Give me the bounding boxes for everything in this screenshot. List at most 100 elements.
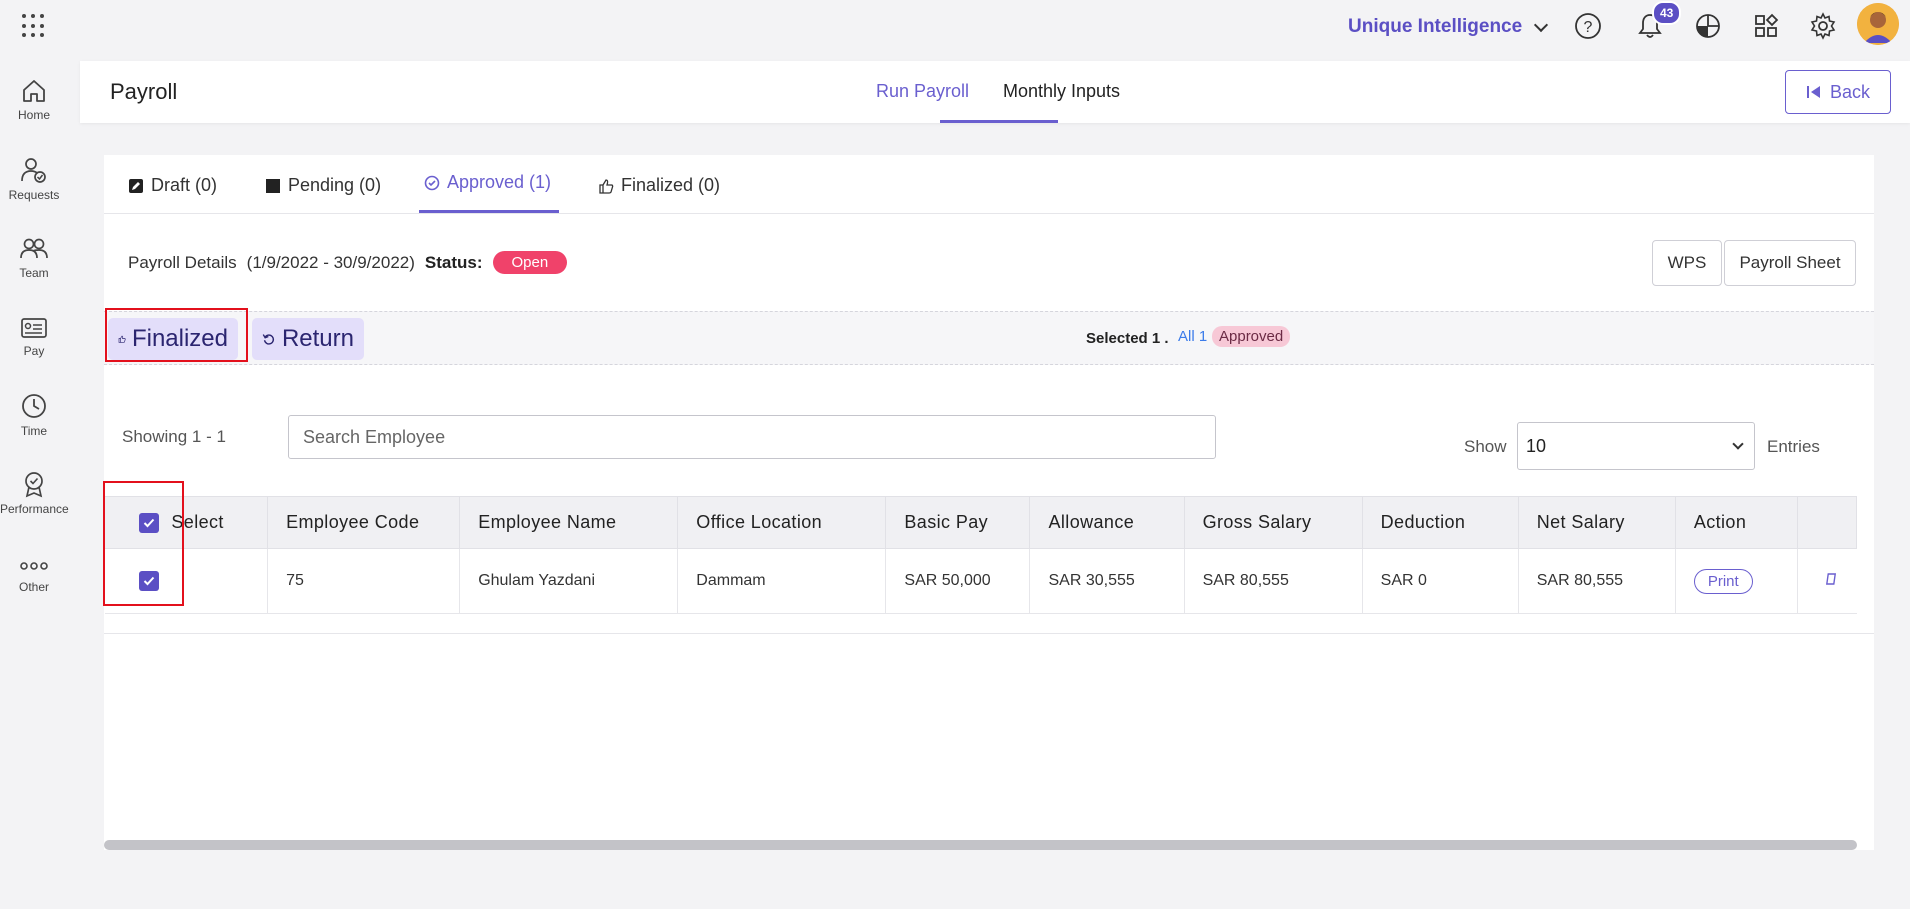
tab-label: Finalized (0) (621, 175, 721, 195)
avatar[interactable] (1857, 3, 1899, 45)
apps-icon[interactable] (1752, 12, 1780, 40)
back-arrow-icon (1806, 86, 1820, 98)
tab-pending[interactable]: Pending (0) (265, 175, 381, 196)
home-icon (23, 80, 45, 102)
sidebar-item-label: Performance (0, 502, 69, 516)
pie-chart-icon[interactable] (1694, 12, 1722, 40)
tab-label: Pending (0) (288, 175, 382, 195)
app-grid-icon[interactable] (22, 14, 46, 38)
payroll-period: (1/9/2022 - 30/9/2022) (246, 252, 415, 272)
company-name: Unique Intelligence (1348, 16, 1523, 37)
divider (104, 213, 1874, 214)
sidebar-item-time[interactable]: Time (0, 392, 68, 438)
notification-badge: 43 (1652, 1, 1682, 25)
payroll-details: Payroll Details (1/9/2022 - 30/9/2022) S… (128, 251, 568, 274)
payroll-sheet-button[interactable]: Payroll Sheet (1724, 240, 1856, 286)
selected-count: Selected 1 . (1086, 330, 1169, 347)
pay-icon (21, 318, 47, 338)
sidebar-item-home[interactable]: Home (0, 78, 68, 122)
status-badge: Open (492, 251, 568, 274)
tab-monthly-inputs[interactable]: Monthly Inputs (1003, 81, 1120, 102)
back-button[interactable]: Back (1785, 70, 1891, 114)
entries-select[interactable]: 10 (1517, 422, 1755, 470)
tab-approved[interactable]: Approved (1) (424, 172, 551, 193)
search-input[interactable] (288, 415, 1216, 459)
top-bar: Unique Intelligence ? 43 (0, 0, 1910, 60)
divider (104, 633, 1874, 634)
action-cell: Print (1675, 548, 1798, 614)
employee-name: Ghulam Yazdani (459, 548, 679, 614)
sidebar-item-team[interactable]: Team (0, 236, 68, 280)
svg-text:?: ? (1584, 19, 1593, 36)
net-salary: SAR 80,555 (1518, 548, 1676, 614)
page-header: Payroll Run Payroll Monthly Inputs Back (80, 61, 1910, 123)
sidebar-item-other[interactable]: Other (0, 556, 68, 594)
entries-value: 10 (1526, 435, 1547, 456)
payroll-panel: Draft (0) Pending (0) Approved (1) Final… (103, 155, 1874, 850)
column-header: Gross Salary (1183, 496, 1363, 549)
sidebar-item-pay[interactable]: Pay (0, 316, 68, 358)
document-icon[interactable] (1825, 572, 1838, 586)
back-label: Back (1829, 81, 1871, 102)
sidebar: Home Requests Team Pay Time Performance … (0, 60, 69, 909)
chevron-down-icon (1732, 438, 1744, 450)
highlight-box-checkboxes (103, 481, 184, 606)
employee-code: 75 (267, 548, 461, 614)
sidebar-item-label: Time (20, 424, 48, 438)
sidebar-item-performance[interactable]: Performance (0, 470, 69, 516)
status-label: Status: (424, 252, 483, 272)
tab-draft[interactable]: Draft (0) (128, 175, 217, 196)
column-header: Allowance (1029, 496, 1185, 549)
undo-icon (262, 334, 275, 345)
select-all-link[interactable]: All 1 (1178, 328, 1207, 345)
print-button[interactable]: Print (1693, 568, 1753, 594)
chevron-down-icon (1534, 17, 1549, 32)
horizontal-scrollbar[interactable] (104, 840, 1857, 850)
basic-pay: SAR 50,000 (885, 548, 1031, 614)
return-label: Return (281, 325, 354, 352)
row-extra-cell (1797, 548, 1857, 614)
tab-run-payroll[interactable]: Run Payroll (876, 81, 969, 102)
tab-label: Draft (0) (151, 175, 218, 195)
return-button[interactable]: Return (252, 318, 364, 360)
column-header-empty (1796, 496, 1858, 549)
more-icon (20, 562, 48, 570)
sidebar-item-label: Home (17, 108, 50, 122)
clock-icon (22, 394, 46, 418)
requests-icon (21, 158, 46, 183)
thumbs-up-icon (599, 178, 614, 194)
column-header: Employee Code (267, 496, 461, 549)
office-location: Dammam (677, 548, 887, 614)
edit-icon (129, 178, 143, 193)
company-switcher[interactable]: Unique Intelligence (1348, 16, 1549, 38)
highlight-box-finalized (105, 308, 248, 362)
column-header: Deduction (1361, 496, 1519, 549)
table-header-row: Select Employee Code Employee Name Offic… (103, 496, 1858, 549)
entries-label: Entries (1767, 437, 1820, 456)
help-icon[interactable]: ? (1574, 12, 1602, 40)
allowance: SAR 30,555 (1029, 548, 1185, 614)
tab-label: Approved (1) (447, 172, 552, 192)
square-icon (266, 178, 280, 193)
sidebar-item-requests[interactable]: Requests (0, 156, 68, 202)
team-icon (20, 238, 48, 259)
wps-button[interactable]: WPS (1652, 240, 1722, 286)
column-header: Office Location (677, 496, 887, 549)
award-icon (25, 472, 43, 498)
sidebar-item-label: Team (19, 266, 49, 280)
column-header: Basic Pay (885, 496, 1031, 549)
tab-finalized[interactable]: Finalized (0) (598, 175, 720, 196)
gross-salary: SAR 80,555 (1184, 548, 1363, 614)
approved-badge: Approved (1212, 326, 1291, 347)
column-header: Employee Name (459, 496, 679, 549)
table-row: 75 Ghulam Yazdani Dammam SAR 50,000 SAR … (104, 548, 1857, 614)
showing-count: Showing 1 - 1 (122, 427, 226, 446)
sidebar-item-label: Other (18, 580, 49, 594)
column-header: Action (1674, 496, 1798, 549)
bulk-action-bar: Finalized Return Selected 1 . All 1 Appr… (104, 311, 1874, 365)
check-circle-icon (424, 175, 440, 190)
employee-table: Select Employee Code Employee Name Offic… (103, 496, 1858, 614)
page-title: Payroll (110, 79, 178, 104)
column-header: Net Salary (1517, 496, 1676, 549)
gear-icon[interactable] (1809, 12, 1837, 40)
